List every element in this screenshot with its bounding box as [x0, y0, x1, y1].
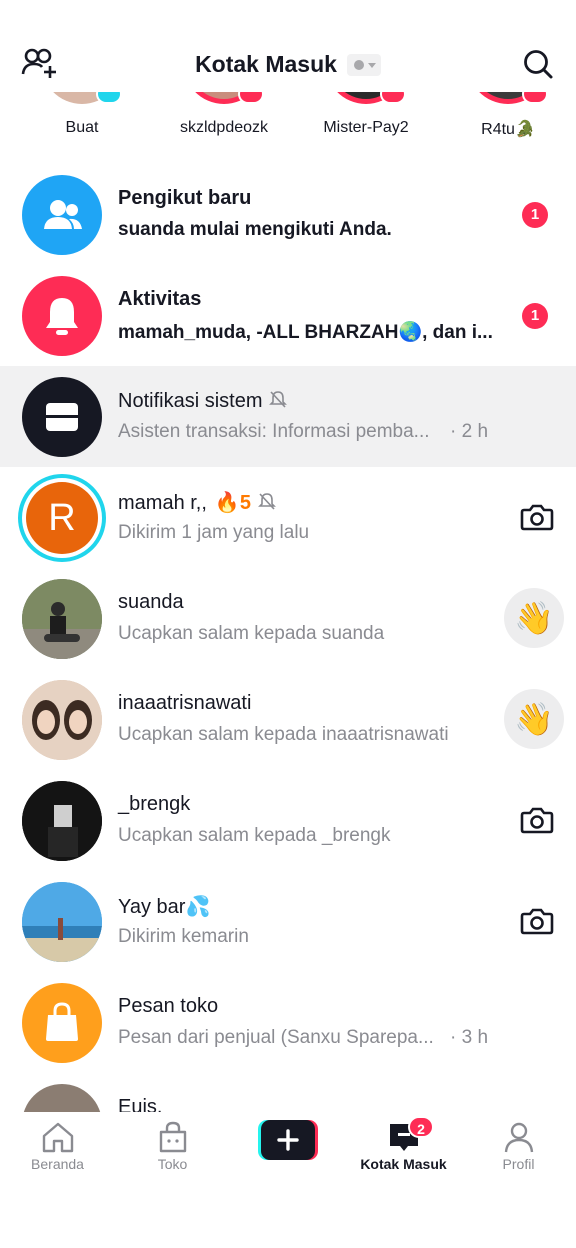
story-item[interactable]: Buat: [22, 84, 142, 146]
nav-home[interactable]: Beranda: [0, 1112, 115, 1182]
list-item-chat[interactable]: _brengk Ucapkan salam kepada _brengk: [0, 770, 576, 871]
inbox-tray-icon: [22, 377, 102, 457]
muted-bell-icon: [268, 389, 288, 409]
row-title: suanda: [118, 591, 184, 613]
story-name: Mister-Pay2: [323, 119, 409, 136]
row-time: · 2 h: [450, 421, 489, 442]
list-item-chat[interactable]: R mamah r,, 🔥5 Dikirim 1 jam yang lalu: [0, 467, 576, 568]
nav-label: Profil: [502, 1156, 535, 1172]
row-title: Euis.: [118, 1096, 163, 1112]
profile-icon: [501, 1120, 537, 1154]
story-item[interactable]: Mister-Pay2: [306, 84, 426, 146]
unread-count-badge: 1: [522, 202, 548, 228]
avatar: [22, 882, 102, 962]
row-subtitle: Asisten transaksi: Informasi pemba...: [118, 421, 430, 442]
story-item[interactable]: R4tu🐊: [448, 84, 568, 146]
avatar: R: [18, 474, 106, 562]
avatar: [22, 1084, 102, 1112]
muted-bell-icon: [257, 491, 277, 511]
avatar-letter: R: [26, 482, 98, 554]
unread-count-badge: 1: [522, 303, 548, 329]
search-icon[interactable]: [522, 48, 554, 80]
row-subtitle: Dikirim 1 jam yang lalu: [118, 522, 310, 543]
row-subtitle: mamah_muda, -ALL BHARZAH🌏, dan i...: [118, 322, 493, 343]
page-title-text: Kotak Masuk: [195, 51, 337, 78]
inbox-header: Kotak Masuk: [0, 0, 576, 92]
create-button[interactable]: [258, 1120, 318, 1160]
avatar: [22, 781, 102, 861]
wave-hand-icon[interactable]: 👋: [504, 588, 564, 648]
row-title: Yay bar💦: [118, 896, 211, 918]
story-name: Buat: [65, 119, 99, 136]
wave-hand-icon[interactable]: 👋: [504, 689, 564, 749]
list-item-chat[interactable]: suanda Ucapkan salam kepada suanda 👋: [0, 568, 576, 669]
row-subtitle: Dikirim kemarin: [118, 926, 249, 947]
home-icon: [40, 1120, 76, 1154]
story-name: skzldpdeozk: [179, 119, 269, 136]
status-dropdown[interactable]: [346, 53, 381, 76]
row-title-text: mamah r,,: [118, 492, 207, 514]
list-item-new-followers[interactable]: Pengikut baru suanda mulai mengikuti And…: [0, 164, 576, 265]
row-title: Pesan toko: [118, 995, 219, 1017]
row-subtitle: Pesan dari penjual (Sanxu Sparepa...: [118, 1027, 434, 1048]
status-dot-icon: [353, 59, 364, 70]
avatar: [22, 579, 102, 659]
nav-shop[interactable]: Toko: [115, 1112, 230, 1182]
nav-profile[interactable]: Profil: [461, 1112, 576, 1182]
row-title: mamah r,, 🔥5: [118, 490, 277, 515]
avatar: [22, 680, 102, 760]
bell-icon: [22, 276, 102, 356]
inbox-unread-badge: 2: [408, 1116, 434, 1138]
row-title: Pengikut baru: [118, 187, 252, 209]
story-item[interactable]: skzldpdeozk: [164, 84, 284, 146]
list-item-chat[interactable]: Euis.: [0, 1073, 576, 1112]
camera-icon[interactable]: [520, 804, 554, 836]
nav-label: Toko: [157, 1156, 188, 1172]
row-title: inaaatrisnawati: [118, 692, 252, 714]
shopping-bag-icon: [22, 983, 102, 1063]
camera-icon[interactable]: [520, 501, 554, 533]
list-item-chat[interactable]: Yay bar💦 Dikirim kemarin: [0, 871, 576, 972]
bottom-nav: Beranda Toko Kotak Masuk Profil: [0, 1112, 576, 1248]
row-subtitle: suanda mulai mengikuti Anda.: [118, 219, 392, 240]
nav-inbox[interactable]: Kotak Masuk: [346, 1112, 461, 1182]
row-subtitle: Ucapkan salam kepada suanda: [118, 623, 385, 644]
streak-badge: 🔥5: [214, 492, 251, 514]
people-icon: [22, 175, 102, 255]
row-title: _brengk: [118, 793, 191, 815]
chevron-down-icon: [367, 62, 376, 68]
row-subtitle: Ucapkan salam kepada _brengk: [118, 825, 391, 846]
story-name: R4tu🐊: [481, 121, 535, 138]
row-time: · 3 h: [450, 1027, 489, 1048]
list-item-system-notifications[interactable]: Notifikasi sistem Asisten transaksi: Inf…: [0, 366, 576, 467]
list-item-chat[interactable]: inaaatrisnawati Ucapkan salam kepada ina…: [0, 669, 576, 770]
page-title[interactable]: Kotak Masuk: [0, 50, 576, 78]
stories-strip: Buat skzldpdeozk Mister-Pay2 R4tu🐊: [0, 84, 576, 146]
row-subtitle: Ucapkan salam kepada inaaatrisnawati: [118, 724, 449, 745]
nav-label: Beranda: [31, 1156, 84, 1172]
camera-icon[interactable]: [520, 905, 554, 937]
shop-bag-icon: [155, 1120, 191, 1154]
row-title: Aktivitas: [118, 288, 202, 310]
inbox-list: Pengikut baru suanda mulai mengikuti And…: [0, 164, 576, 1112]
row-title-text: Notifikasi sistem: [118, 390, 263, 412]
nav-label: Kotak Masuk: [360, 1156, 447, 1172]
row-title: Notifikasi sistem: [118, 389, 288, 413]
list-item-activity[interactable]: Aktivitas mamah_muda, -ALL BHARZAH🌏, dan…: [0, 265, 576, 366]
list-item-shop-messages[interactable]: Pesan toko Pesan dari penjual (Sanxu Spa…: [0, 972, 576, 1073]
